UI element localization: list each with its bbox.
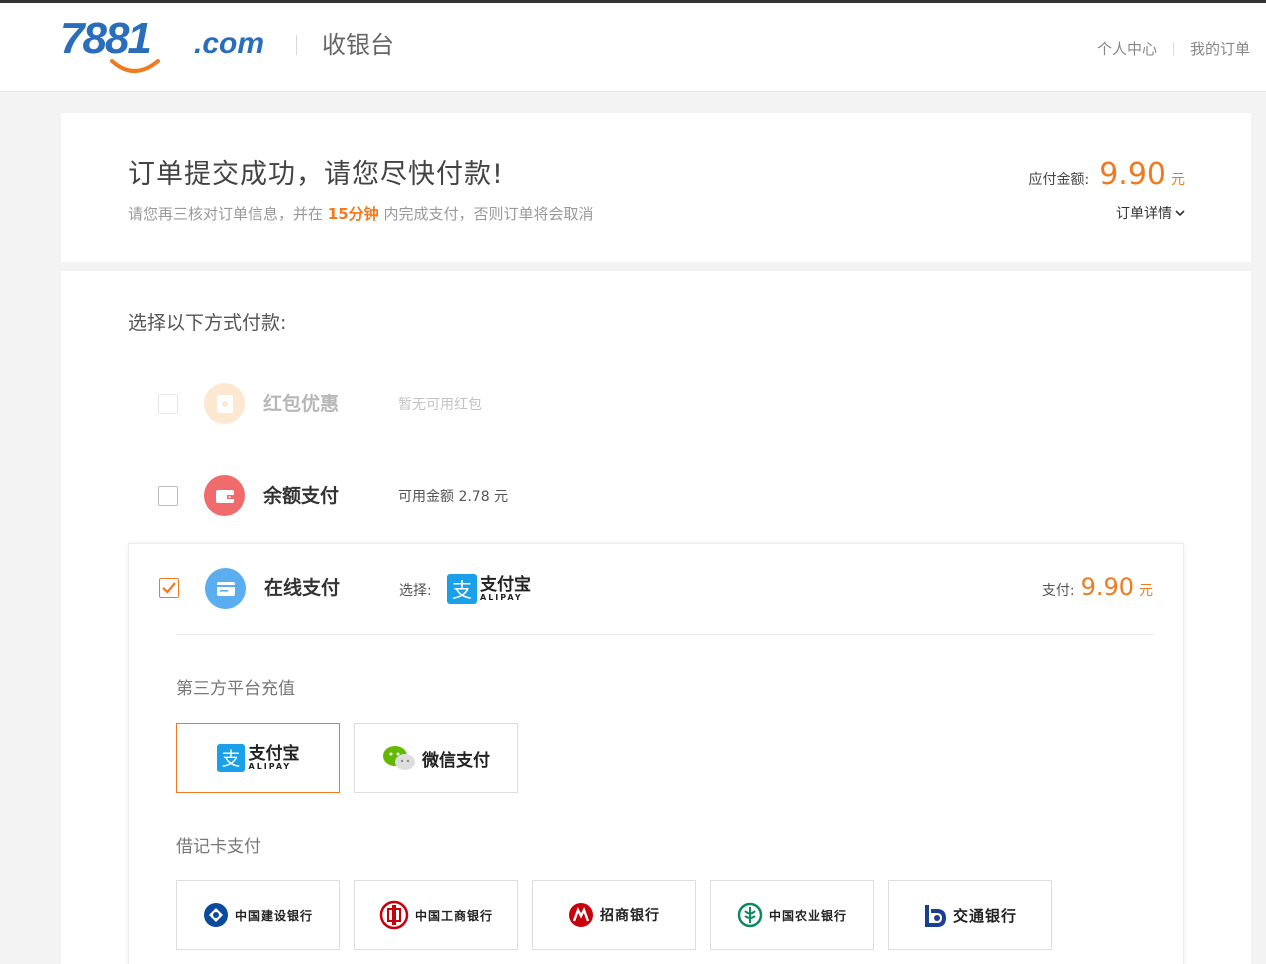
bank-icbc-name: 中国工商银行 <box>414 908 493 923</box>
pay-label: 支付: <box>1041 583 1075 599</box>
third-party-label: 第三方平台充值 <box>176 679 295 699</box>
page-title: 收银台 <box>322 31 394 59</box>
method-red-packet: 红包优惠 暂无可用红包 <box>128 369 1184 439</box>
debit-card-label: 借记卡支付 <box>176 837 261 857</box>
wallet-icon <box>204 475 245 516</box>
svg-text:7881: 7881 <box>60 15 150 63</box>
balance-info: 可用金额 2.78 元 <box>398 489 509 505</box>
red-packet-icon <box>204 383 245 424</box>
bank-abc-option[interactable]: 中国农业银行 <box>710 880 874 950</box>
order-success-title: 订单提交成功，请您尽快付款! <box>128 159 504 190</box>
site-logo[interactable]: 7881 .com <box>60 15 272 77</box>
order-detail-toggle[interactable]: 订单详情 <box>1116 203 1185 223</box>
logo-divider <box>296 35 297 55</box>
subtitle-countdown: 15分钟 <box>327 205 379 223</box>
online-payment-panel: 在线支付 选择: 支 支付宝 ALIPAY 支付: 9.90 元 第三方平台充值… <box>128 543 1184 964</box>
online-label: 在线支付 <box>264 577 341 599</box>
bank-cmb-option[interactable]: 招商银行 <box>532 880 696 950</box>
payment-card: 选择以下方式付款: 红包优惠 暂无可用红包 余额支付 可用金额 2.78 元 在… <box>61 271 1251 964</box>
select-label: 选择: <box>399 583 432 599</box>
bank-abc-name: 中国农业银行 <box>768 908 847 923</box>
subtitle-after: 内完成支付，否则订单将会取消 <box>383 205 594 223</box>
icbc-logo-icon <box>379 900 409 930</box>
balance-label: 余额支付 <box>263 485 340 507</box>
bank-icbc-option[interactable]: 中国工商银行 <box>354 880 518 950</box>
amount-label: 应付金额: <box>1028 172 1090 188</box>
amount-unit: 元 <box>1171 172 1185 188</box>
bank-bocom-option[interactable]: 交通银行 <box>888 880 1052 950</box>
wechat-pay-name: 微信支付 <box>422 750 490 771</box>
selected-alipay-sub: ALIPAY <box>480 592 523 602</box>
svg-text:支: 支 <box>221 749 240 770</box>
order-summary-card: 订单提交成功，请您尽快付款! 请您再三核对订单信息，并在 15分钟 内完成支付，… <box>61 113 1251 262</box>
top-links: 个人中心 我的订单 <box>1097 38 1250 59</box>
amount-value: 9.90 <box>1099 157 1166 192</box>
chevron-down-icon <box>1175 210 1185 217</box>
alipay-option-name: 支付宝 <box>248 743 300 764</box>
bank-cmb-name: 招商银行 <box>600 908 660 924</box>
online-checkbox[interactable] <box>159 578 179 598</box>
alipay-icon: 支 <box>447 574 477 604</box>
online-pay-amount: 支付: 9.90 元 <box>1042 573 1153 601</box>
ccb-logo-icon <box>203 903 228 927</box>
pay-value: 9.90 <box>1080 573 1134 601</box>
selected-alipay-logo: 支 支付宝 ALIPAY <box>447 574 531 604</box>
red-packet-checkbox <box>158 394 178 414</box>
svg-text:.com: .com <box>194 27 264 60</box>
top-header: 7881 .com 收银台 个人中心 我的订单 <box>0 0 1266 92</box>
link-separator <box>1172 41 1174 56</box>
bank-ccb-name: 中国建设银行 <box>234 908 313 923</box>
online-divider <box>176 634 1154 635</box>
online-pay-icon <box>205 568 246 609</box>
cmb-logo-icon <box>569 903 593 927</box>
red-packet-label: 红包优惠 <box>263 393 340 415</box>
my-orders-link[interactable]: 我的订单 <box>1190 38 1250 59</box>
red-packet-info: 暂无可用红包 <box>398 397 482 413</box>
balance-checkbox[interactable] <box>158 486 178 506</box>
method-online[interactable]: 在线支付 选择: 支 支付宝 ALIPAY 支付: 9.90 元 <box>129 544 1183 634</box>
svg-text:支: 支 <box>452 578 472 602</box>
abc-logo-icon <box>737 902 763 928</box>
checkmark-icon <box>162 582 176 594</box>
personal-center-link[interactable]: 个人中心 <box>1097 38 1157 59</box>
subtitle-before: 请您再三核对订单信息，并在 <box>128 205 324 223</box>
method-balance[interactable]: 余额支付 可用金额 2.78 元 <box>128 461 1184 531</box>
bocom-logo-icon <box>924 905 946 927</box>
order-success-subtitle: 请您再三核对订单信息，并在 15分钟 内完成支付，否则订单将会取消 <box>128 204 593 224</box>
wechat-icon <box>383 746 415 770</box>
bank-bocom-name: 交通银行 <box>952 906 1017 925</box>
order-detail-label: 订单详情 <box>1116 206 1172 222</box>
alipay-option[interactable]: 支 支付宝 ALIPAY <box>176 723 340 793</box>
choose-payment-label: 选择以下方式付款: <box>128 312 287 334</box>
pay-unit: 元 <box>1139 583 1153 599</box>
alipay-icon: 支 <box>216 744 245 772</box>
wechat-pay-option[interactable]: 微信支付 <box>354 723 518 793</box>
selected-alipay-name: 支付宝 <box>480 574 531 595</box>
bank-ccb-option[interactable]: 中国建设银行 <box>176 880 340 950</box>
amount-due: 应付金额: 9.90 元 <box>1028 157 1185 192</box>
alipay-option-sub: ALIPAY <box>248 761 292 771</box>
